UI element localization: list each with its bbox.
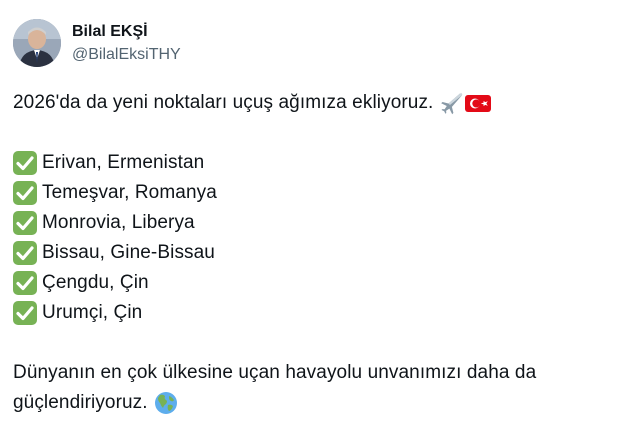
airplane-icon	[439, 91, 463, 115]
intro-line: 2026'da da yeni noktaları uçuş ağımıza e…	[13, 88, 625, 118]
destination-label: Çengdu, Çin	[42, 272, 149, 293]
destination-item: Bissau, Gine-Bissau	[13, 238, 625, 268]
destination-label: Temeşvar, Romanya	[42, 182, 217, 203]
check-mark-icon	[13, 181, 37, 205]
intro-text: 2026'da da yeni noktaları uçuş ağımıza e…	[13, 92, 434, 113]
check-mark-icon	[13, 211, 37, 235]
destination-item: Erivan, Ermenistan	[13, 148, 625, 178]
author-names: Bilal EKŞİ @BilalEksiTHY	[72, 22, 181, 65]
avatar[interactable]	[13, 19, 61, 67]
closing-text-2: güçlendiriyoruz.	[13, 392, 148, 413]
closing-line-2: güçlendiriyoruz.	[13, 388, 625, 418]
check-mark-icon	[13, 151, 37, 175]
author-handle[interactable]: @BilalEksiTHY	[72, 45, 181, 65]
destination-label: Monrovia, Liberya	[42, 212, 195, 233]
check-mark-icon	[13, 241, 37, 265]
destination-label: Erivan, Ermenistan	[42, 152, 205, 173]
check-mark-icon	[13, 271, 37, 295]
check-mark-icon	[13, 301, 37, 325]
destination-item: Çengdu, Çin	[13, 268, 625, 298]
tweet-header: Bilal EKŞİ @BilalEksiTHY	[13, 17, 181, 69]
tweet: Bilal EKŞİ @BilalEksiTHY 2026'da da yeni…	[0, 0, 639, 431]
destination-item: Temeşvar, Romanya	[13, 178, 625, 208]
destination-label: Bissau, Gine-Bissau	[42, 242, 215, 263]
avatar-image	[13, 19, 61, 67]
tweet-text: 2026'da da yeni noktaları uçuş ağımıza e…	[13, 88, 625, 418]
destination-label: Urumçi, Çin	[42, 302, 143, 323]
globe-icon	[154, 391, 178, 415]
destination-item: Urumçi, Çin	[13, 298, 625, 328]
author-display-name[interactable]: Bilal EKŞİ	[72, 22, 181, 42]
turkey-flag-icon	[465, 91, 492, 115]
closing-line-1: Dünyanın en çok ülkesine uçan havayolu u…	[13, 358, 625, 388]
destination-item: Monrovia, Liberya	[13, 208, 625, 238]
closing-text-1: Dünyanın en çok ülkesine uçan havayolu u…	[13, 362, 537, 383]
